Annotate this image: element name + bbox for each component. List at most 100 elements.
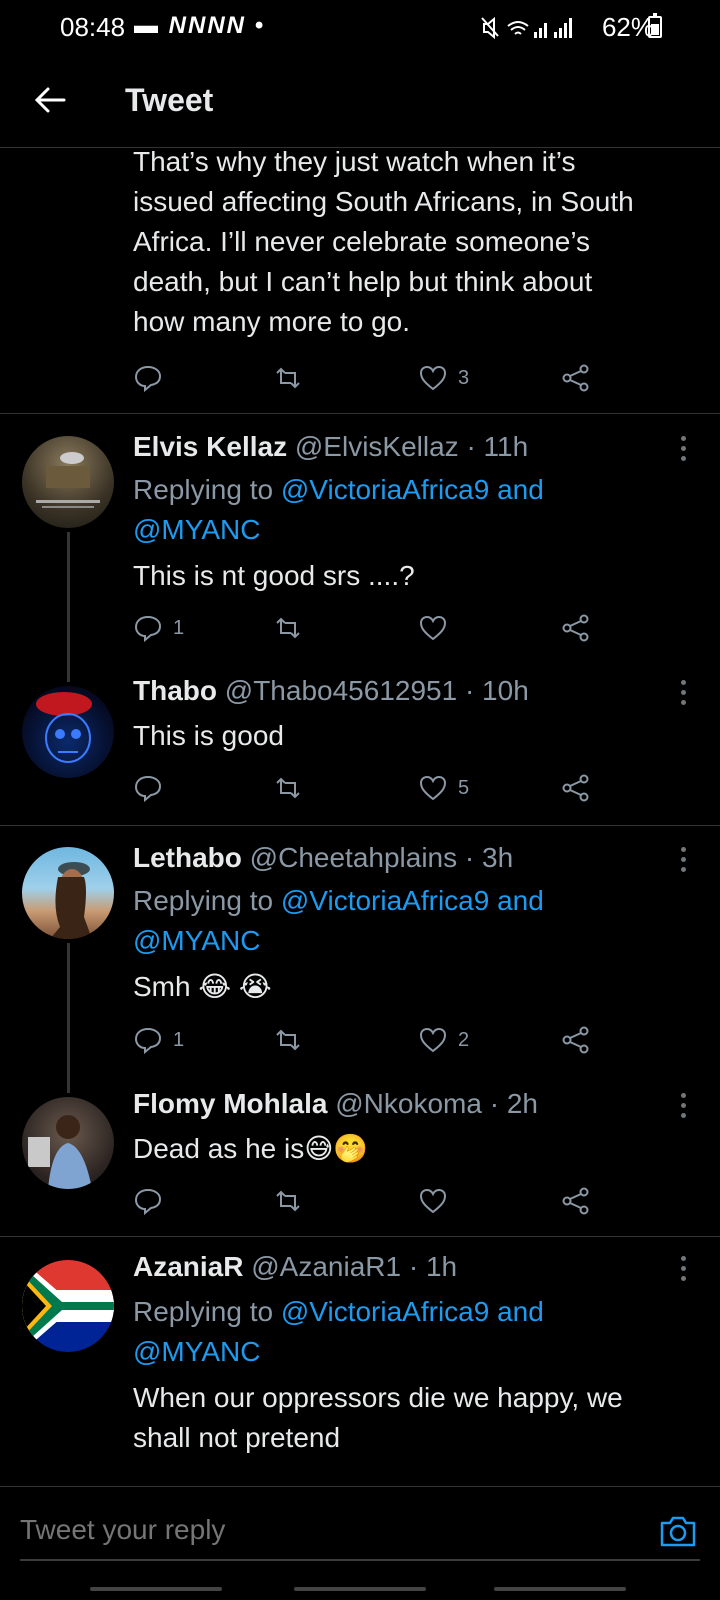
display-name[interactable]: Flomy Mohlala: [133, 1088, 327, 1119]
tweet-body: That’s why they just watch when it’s iss…: [133, 146, 634, 337]
more-options-icon[interactable]: [678, 847, 688, 875]
status-bar: 08:48 ▬ NNNN • 62%: [0, 0, 720, 56]
retweet-icon: [276, 367, 300, 389]
reply-text: Dead as he is😅🤭: [133, 1133, 369, 1164]
share-button[interactable]: [561, 610, 591, 646]
handle-time: @ElvisKellaz · 11h: [294, 431, 529, 462]
thread-line: [67, 532, 70, 682]
reply-header: Lethabo @Cheetahplains · 3h: [133, 841, 513, 875]
display-name[interactable]: AzaniaR: [133, 1251, 243, 1282]
like-button[interactable]: 2: [418, 1022, 469, 1058]
share-icon: [562, 1026, 589, 1054]
display-name[interactable]: Lethabo: [133, 842, 242, 873]
comment-icon: [134, 365, 162, 393]
reply-button[interactable]: 1: [133, 610, 184, 646]
like-count: 3: [458, 366, 470, 389]
mention-link[interactable]: @VictoriaAfrica9 and: [281, 885, 544, 916]
share-button[interactable]: [561, 360, 591, 396]
mention-link[interactable]: @MYANC: [133, 925, 260, 956]
avatar[interactable]: [22, 436, 114, 528]
comment-icon: [134, 615, 162, 643]
status-time: 08:48: [60, 12, 126, 42]
notification-icons: ▬ NNNN •: [134, 12, 266, 39]
mute-wifi-signal-icons: [481, 16, 572, 40]
back-arrow-icon[interactable]: [30, 80, 70, 120]
mention-link[interactable]: @VictoriaAfrica9 and: [281, 474, 544, 505]
page-title: Tweet: [125, 82, 214, 118]
share-icon: [562, 774, 589, 802]
reply-header: AzaniaR @AzaniaR1 · 1h: [133, 1250, 457, 1284]
reply-button[interactable]: [133, 1183, 163, 1219]
nav-recent-apps[interactable]: [90, 1587, 222, 1591]
handle-time: @Thabo45612951 · 10h: [224, 675, 529, 706]
nav-back[interactable]: [494, 1587, 626, 1591]
retweet-button[interactable]: [273, 1022, 303, 1058]
like-count: 2: [458, 1028, 470, 1051]
divider: [0, 1236, 720, 1237]
share-icon: [562, 614, 589, 642]
avatar-image: [50, 862, 92, 939]
retweet-icon: [276, 1029, 300, 1051]
share-button[interactable]: [561, 1022, 591, 1058]
reply-text: Smh 😂 😭: [133, 971, 272, 1002]
handle-time: @Nkokoma · 2h: [335, 1088, 538, 1119]
avatar[interactable]: [22, 847, 114, 939]
reply-composer: [0, 1486, 720, 1600]
heart-icon: [419, 1188, 447, 1214]
more-options-icon[interactable]: [678, 1256, 688, 1284]
message-icon: ▬: [134, 12, 160, 39]
reply-count: 1: [173, 1028, 185, 1051]
reply-header: Flomy Mohlala @Nkokoma · 2h: [133, 1087, 538, 1121]
like-count: 5: [458, 776, 470, 799]
retweet-button[interactable]: [273, 610, 303, 646]
mention-link[interactable]: @MYANC: [133, 1336, 260, 1367]
like-button[interactable]: 3: [418, 360, 469, 396]
avatar[interactable]: [22, 686, 114, 778]
south-africa-flag-icon: [22, 1260, 114, 1352]
avatar[interactable]: [22, 1097, 114, 1189]
thread-line: [67, 943, 70, 1093]
more-options-icon[interactable]: [678, 1093, 688, 1121]
divider: [0, 825, 720, 826]
reply-header: Elvis Kellaz @ElvisKellaz · 11h: [133, 430, 528, 464]
replying-to: Replying to @VictoriaAfrica9 and @MYANC: [133, 885, 544, 956]
comment-icon: [134, 1027, 162, 1055]
share-button[interactable]: [561, 1183, 591, 1219]
dot-icon: •: [254, 12, 266, 39]
retweet-button[interactable]: [273, 770, 303, 806]
share-button[interactable]: [561, 770, 591, 806]
like-button[interactable]: [418, 610, 448, 646]
replying-to: Replying to @VictoriaAfrica9 and @MYANC: [133, 1296, 544, 1367]
camera-icon[interactable]: [658, 1513, 698, 1549]
battery-icon: [648, 13, 662, 38]
like-button[interactable]: 5: [418, 770, 469, 806]
reply-button[interactable]: [133, 770, 163, 806]
avatar[interactable]: [22, 1260, 114, 1352]
battery-percent: 62%: [601, 12, 654, 42]
heart-icon: [419, 615, 447, 641]
reply-text: When our oppressors die we happy, we sha…: [133, 1382, 623, 1453]
tweet-actions: 3: [133, 360, 613, 396]
avatar-image: [28, 1115, 92, 1189]
more-options-icon[interactable]: [678, 436, 688, 464]
reply-button[interactable]: 1: [133, 1022, 184, 1058]
tweet-actions: [133, 1183, 613, 1219]
like-button[interactable]: [418, 1183, 448, 1219]
retweet-button[interactable]: [273, 1183, 303, 1219]
nav-home[interactable]: [294, 1587, 426, 1591]
retweet-button[interactable]: [273, 360, 303, 396]
tweet-actions: 5: [133, 770, 613, 806]
retweet-icon: [276, 1190, 300, 1212]
mention-link[interactable]: @MYANC: [133, 514, 260, 545]
retweet-icon: [276, 617, 300, 639]
retweet-icon: [276, 777, 300, 799]
divider: [0, 413, 720, 414]
display-name[interactable]: Thabo: [133, 675, 217, 706]
tweet-reply-input[interactable]: [20, 1501, 700, 1561]
comment-icon: [134, 775, 162, 803]
mention-link[interactable]: @VictoriaAfrica9 and: [281, 1296, 544, 1327]
reply-button[interactable]: [133, 360, 163, 396]
display-name[interactable]: Elvis Kellaz: [133, 431, 287, 462]
more-options-icon[interactable]: [678, 680, 688, 708]
reply-text: This is good: [133, 720, 284, 751]
